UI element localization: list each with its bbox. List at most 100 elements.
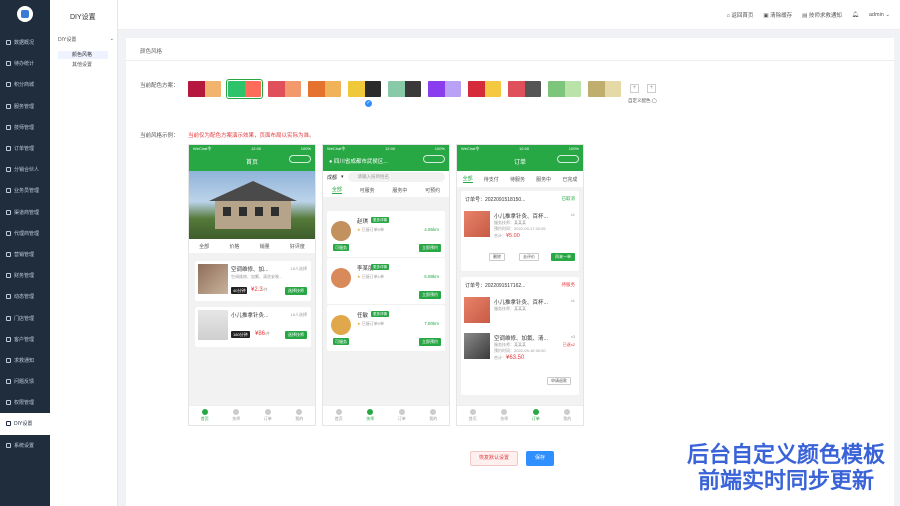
list-item[interactable]: 空调维修、加... 16人选择 空调维修、加氟、清洗安装... 40分钟 ¥2.… (195, 261, 311, 301)
tech-card[interactable]: 任敏 更多详情 ★ 已接订单0单 7.80km 可服务 立即预约 (327, 305, 445, 351)
reset-default-button[interactable]: 恢复默认设置 (470, 451, 518, 466)
select-tech-button[interactable]: 选择技师 (285, 287, 307, 295)
tab-tech[interactable]: 技师 (355, 406, 387, 425)
tab-in-service[interactable]: 服务中 (392, 187, 407, 194)
detail-badge[interactable]: 更多详情 (371, 311, 389, 317)
sidebar-item-15[interactable]: 求救通知 (0, 350, 50, 371)
tab-home[interactable]: 首页 (457, 406, 489, 425)
user-menu[interactable]: admin ⌄ (869, 12, 890, 18)
sidebar-item-17[interactable]: 权限管理 (0, 392, 50, 413)
tech-card[interactable]: 赵琪 更多详情 ★ 已接订单0单 4.85km 可服务 立即预约 (327, 211, 445, 257)
tab-tech[interactable]: 技师 (221, 406, 253, 425)
sidebar-item-7[interactable]: 业务员管理 (0, 180, 50, 201)
sidebar-item-10[interactable]: 营销管理 (0, 244, 50, 265)
color-swatch-2[interactable] (268, 81, 301, 97)
filter-sales[interactable]: 销量 (260, 243, 270, 250)
submenu-group[interactable]: DIY设置 ⌄ (58, 36, 114, 43)
color-swatch-3[interactable] (308, 81, 341, 97)
color-swatch-6[interactable] (428, 81, 461, 97)
filter-all[interactable]: 全部 (199, 243, 209, 250)
tab-order[interactable]: 订单 (252, 406, 284, 425)
color-swatch-5[interactable] (388, 81, 421, 97)
detail-badge[interactable]: 更多详情 (371, 217, 389, 223)
sidebar-item-12[interactable]: 动态管理 (0, 286, 50, 307)
color-swatch-7[interactable] (468, 81, 501, 97)
tab-order[interactable]: 订单 (520, 406, 552, 425)
reorder-button[interactable]: 再来一单 (551, 253, 575, 261)
sidebar-item-3[interactable]: 服务管理 (0, 96, 50, 117)
phone-preview-orders: WeChat令 12:00 100% 订单 全部 待支付 待服务 服务中 已完成 订… (456, 144, 584, 426)
color-swatch-9[interactable] (548, 81, 581, 97)
city-select[interactable]: 成都 (327, 174, 337, 181)
color-swatch-0[interactable] (188, 81, 221, 97)
book-button[interactable]: 立即预约 (419, 291, 441, 299)
tab-mine[interactable]: 我的 (418, 406, 450, 425)
sidebar-item-18[interactable]: DIY设置 (0, 413, 50, 435)
sidebar-item-9[interactable]: 代理商管理 (0, 223, 50, 244)
tab-tech[interactable]: 技师 (489, 406, 521, 425)
color-swatch-4[interactable] (348, 81, 381, 97)
sidebar-item-5[interactable]: 订单管理 (0, 138, 50, 159)
chevron-down-icon: ⌄ (109, 36, 114, 42)
order-card[interactable]: 订单号：2022091517162... 待服务 小儿推拿针灸、百杯... x1… (461, 277, 579, 395)
sidebar-item-2[interactable]: 积分商城 (0, 74, 50, 95)
custom-color-picker-1[interactable]: + (630, 84, 639, 93)
sidebar-item-19[interactable]: 系统设置 (0, 435, 50, 456)
tab-home[interactable]: 首页 (323, 406, 355, 425)
tab-all[interactable]: 全部 (462, 175, 473, 183)
capsule-menu[interactable] (289, 155, 311, 163)
filter-rating[interactable]: 好评度 (290, 243, 305, 250)
sidebar-item-13[interactable]: 门店管理 (0, 307, 50, 328)
tab-serving[interactable]: 服务中 (536, 176, 551, 183)
clear-cache-link[interactable]: ▣ 清除缓存 (763, 11, 792, 19)
sidebar-item-8[interactable]: 渠道商管理 (0, 202, 50, 223)
sidebar-item-11[interactable]: 财务管理 (0, 265, 50, 286)
custom-color-picker-2[interactable]: + (647, 84, 656, 93)
tab-mine[interactable]: 我的 (284, 406, 316, 425)
color-swatch-10[interactable] (588, 81, 621, 97)
sidebar-item-0[interactable]: 数据概况 (0, 32, 50, 53)
custom-color-label[interactable]: 自定义配色 ◯ (628, 98, 657, 104)
tab-home[interactable]: 首页 (189, 406, 221, 425)
select-tech-button[interactable]: 选择技师 (285, 331, 307, 339)
location-bar[interactable]: ● 四川省成都市武侯区... (329, 157, 388, 165)
tab-bookable[interactable]: 可预约 (425, 187, 440, 194)
sidebar-item-16[interactable]: 问题反馈 (0, 371, 50, 392)
sidebar-item-14[interactable]: 客户管理 (0, 329, 50, 350)
sidebar-item-6[interactable]: 分销合伙人 (0, 159, 50, 180)
service-name: 空调维修、加... (231, 267, 269, 273)
home-link[interactable]: ⌂ 返回首页 (727, 11, 754, 19)
preview-label: 当前风格示例： (140, 133, 179, 139)
book-button[interactable]: 立即预约 (419, 338, 441, 346)
sidebar-item-1[interactable]: 待办统计 (0, 53, 50, 74)
delete-button[interactable]: 删除 (489, 253, 505, 261)
menu-icon (6, 103, 11, 109)
submenu-item-color-style[interactable]: 颜色风格 (58, 51, 108, 59)
tab-done[interactable]: 已完成 (562, 176, 577, 183)
review-button[interactable]: 去评价 (519, 253, 539, 261)
capsule-menu[interactable] (423, 155, 445, 163)
menu-icon (6, 442, 11, 448)
tab-all[interactable]: 全部 (331, 186, 342, 194)
list-item[interactable]: 小儿推拿针灸... 16人选择 180分钟 ¥86/件 选择技师 (195, 307, 311, 347)
filter-price[interactable]: 价格 (229, 243, 239, 250)
submenu-item-other[interactable]: 其他设置 (72, 61, 92, 68)
capsule-menu[interactable] (557, 155, 579, 163)
tab-order[interactable]: 订单 (386, 406, 418, 425)
sos-notify-link[interactable]: ▤ 技师求救通知 (802, 11, 842, 19)
color-swatch-1[interactable] (226, 79, 263, 99)
refund-button[interactable]: 申请退款 (547, 377, 571, 385)
tab-to-serve[interactable]: 待服务 (510, 176, 525, 183)
sidebar-item-4[interactable]: 技师管理 (0, 117, 50, 138)
color-swatch-8[interactable] (508, 81, 541, 97)
search-input[interactable]: 请输入技师姓名 (347, 172, 445, 182)
tech-card[interactable]: 李某朋 更多详情 ★ 已接订单1单 5.88km 立即预约 (327, 258, 445, 304)
tab-available[interactable]: 可服务 (360, 187, 375, 194)
tab-unpaid[interactable]: 待支付 (484, 176, 499, 183)
order-card[interactable]: 订单号：2022091518150... 已取消 小儿推拿针灸、百杯... x1… (461, 191, 579, 271)
detail-badge[interactable]: 更多详情 (371, 264, 389, 270)
save-button[interactable]: 保存 (526, 451, 554, 466)
tab-mine[interactable]: 我的 (552, 406, 584, 425)
book-button[interactable]: 立即预约 (419, 244, 441, 252)
alert-icon[interactable]: 🔔︎ (852, 12, 859, 18)
